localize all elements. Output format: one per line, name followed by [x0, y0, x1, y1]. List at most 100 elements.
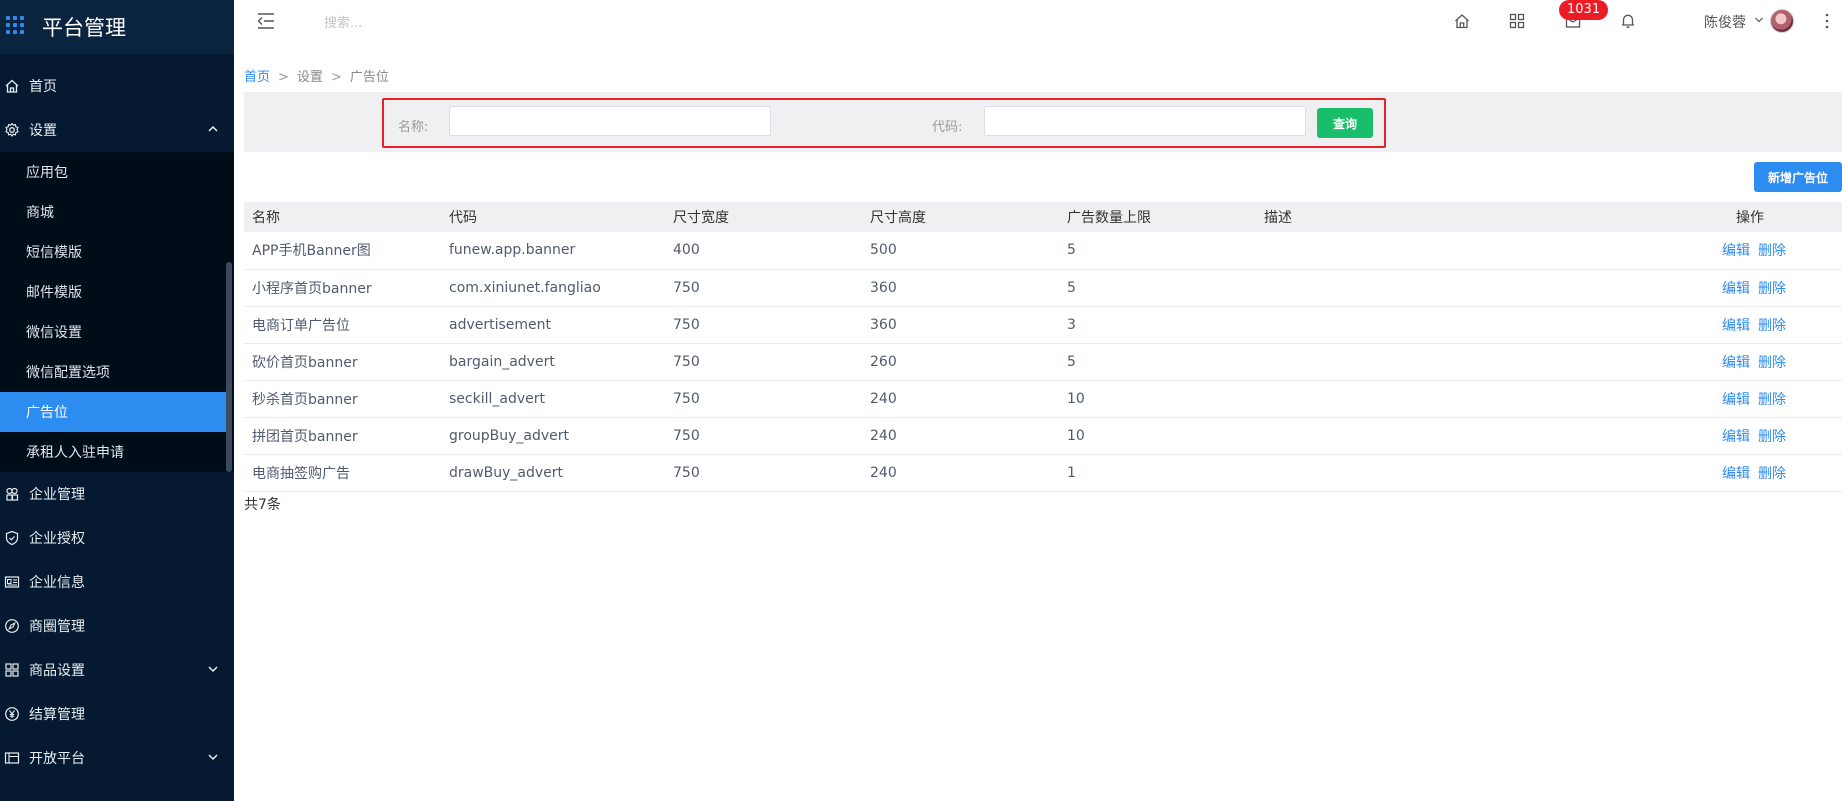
cell-actions: 编辑 删除 [1656, 306, 1842, 344]
cell-width: 750 [665, 343, 862, 381]
cell-max-count: 5 [1059, 343, 1256, 381]
grid-icon[interactable] [1508, 12, 1526, 30]
cell-code: bargain_advert [441, 343, 665, 381]
more-vertical-icon[interactable] [1824, 10, 1830, 32]
sidebar-item-tenant-application[interactable]: 承租人入驻申请 [0, 432, 234, 472]
sidebar-item-sms-template[interactable]: 短信模版 [0, 232, 234, 272]
home-icon [3, 77, 21, 95]
sidebar-item-enterprise-mgmt[interactable]: 企业管理 [0, 472, 234, 516]
cell-actions: 编辑 删除 [1656, 417, 1842, 455]
chevron-up-icon[interactable] [206, 122, 220, 136]
breadcrumb-separator: > [330, 70, 342, 85]
table-row: 秒杀首页banner seckill_advert 750 240 10 编辑删… [244, 380, 1842, 418]
sidebar-menu: 首页 设置 应用包 商城 短信模版 邮件模版 微信设置 微信配置选项 广告位 承… [0, 54, 234, 780]
sidebar-item-home[interactable]: 首页 [0, 64, 234, 108]
cell-height: 360 [862, 306, 1059, 344]
sidebar-item-product-settings[interactable]: 商品设置 [0, 648, 234, 692]
name-filter-label: 名称: [398, 120, 429, 135]
edit-link[interactable]: 编辑 [1722, 392, 1750, 408]
cell-max-count: 10 [1059, 417, 1256, 455]
table-row: 电商订单广告位 advertisement 750 360 3 编辑 删除 [244, 306, 1842, 344]
cell-name: 拼团首页banner [244, 417, 441, 455]
cell-width: 750 [665, 306, 862, 344]
add-ad-slot-button[interactable]: 新增广告位 [1754, 162, 1842, 192]
sidebar-item-open-platform[interactable]: 开放平台 [0, 736, 234, 780]
search-input[interactable] [324, 12, 524, 34]
sidebar-item-email-template[interactable]: 邮件模版 [0, 272, 234, 312]
edit-link[interactable]: 编辑 [1722, 243, 1750, 259]
delete-link[interactable]: 删除 [1758, 429, 1786, 445]
column-header-name: 名称 [244, 202, 441, 232]
grid-icon [3, 661, 21, 679]
delete-link[interactable]: 删除 [1758, 243, 1786, 259]
panel-icon [3, 749, 21, 767]
name-filter-input[interactable] [449, 106, 771, 136]
cell-name: 小程序首页banner [244, 269, 441, 307]
breadcrumb-settings[interactable]: 设置 [297, 70, 323, 85]
sidebar-item-label: 商品设置 [29, 663, 85, 679]
top-header: 1031 陈俊蓉 [234, 0, 1842, 46]
sidebar-item-settlement[interactable]: 结算管理 [0, 692, 234, 736]
edit-link[interactable]: 编辑 [1722, 281, 1750, 297]
compass-icon [3, 617, 21, 635]
edit-link[interactable]: 编辑 [1722, 466, 1750, 482]
chevron-down-icon[interactable] [206, 750, 220, 764]
edit-link[interactable]: 编辑 [1722, 318, 1750, 334]
menu-collapse-icon[interactable] [256, 12, 276, 30]
cell-name: 电商抽签购广告 [244, 454, 441, 492]
sidebar-scrollbar[interactable] [226, 262, 232, 472]
sidebar-item-mall[interactable]: 商城 [0, 192, 234, 232]
table-row: 拼团首页banner groupBuy_advert 750 240 10 编辑… [244, 417, 1842, 455]
user-name[interactable]: 陈俊蓉 [1704, 12, 1746, 32]
sidebar: 平台管理 首页 设置 应用包 商城 短信模版 邮件模版 微信设置 微信配置选项 … [0, 0, 234, 801]
cell-code: com.xiniunet.fangliao [441, 269, 665, 307]
table-row: 砍价首页banner bargain_advert 750 260 5 编辑 删除 [244, 343, 1842, 381]
cell-description [1256, 232, 1656, 270]
table-header-row: 名称 代码 尺寸宽度 尺寸高度 广告数量上限 描述 操作 [244, 202, 1842, 232]
chevron-down-icon[interactable] [1754, 15, 1764, 25]
cell-height: 260 [862, 343, 1059, 381]
edit-link[interactable]: 编辑 [1722, 355, 1750, 371]
sidebar-item-enterprise-auth[interactable]: 企业授权 [0, 516, 234, 560]
cell-actions: 编辑 删除 [1656, 454, 1842, 492]
total-count: 共7条 [244, 497, 281, 513]
column-header-actions: 操作 [1656, 202, 1842, 232]
delete-link[interactable]: 删除 [1758, 466, 1786, 482]
sidebar-item-label: 企业授权 [29, 531, 85, 547]
sidebar-item-wechat-settings[interactable]: 微信设置 [0, 312, 234, 352]
edit-link[interactable]: 编辑 [1722, 429, 1750, 445]
column-header-max-count: 广告数量上限 [1059, 202, 1256, 232]
cell-max-count: 5 [1059, 269, 1256, 307]
column-header-height: 尺寸高度 [862, 202, 1059, 232]
bell-icon[interactable] [1619, 12, 1637, 30]
delete-link[interactable]: 删除 [1758, 392, 1786, 408]
sidebar-item-settings[interactable]: 设置 [0, 108, 234, 152]
chevron-down-icon[interactable] [206, 662, 220, 676]
query-button[interactable]: 查询 [1317, 108, 1373, 138]
cell-description [1256, 417, 1656, 455]
column-header-description: 描述 [1256, 202, 1656, 232]
table-row: 电商抽签购广告 drawBuy_advert 750 240 1 编辑 删除 [244, 454, 1842, 492]
cell-name: 电商订单广告位 [244, 306, 441, 344]
delete-link[interactable]: 删除 [1758, 355, 1786, 371]
sidebar-item-app-package[interactable]: 应用包 [0, 152, 234, 192]
sidebar-item-ad-slots[interactable]: 广告位 [0, 392, 226, 432]
breadcrumb-home[interactable]: 首页 [244, 70, 270, 85]
delete-link[interactable]: 删除 [1758, 318, 1786, 334]
sidebar-item-wechat-options[interactable]: 微信配置选项 [0, 352, 234, 392]
cell-code: advertisement [441, 306, 665, 344]
breadcrumb-separator: > [278, 70, 289, 85]
sidebar-item-business-district[interactable]: 商圈管理 [0, 604, 234, 648]
code-filter-input[interactable] [984, 106, 1306, 136]
sidebar-item-label: 设置 [29, 123, 57, 139]
table-body: APP手机Banner图 funew.app.banner 400 500 5 … [244, 232, 1842, 492]
sidebar-item-enterprise-info[interactable]: 企业信息 [0, 560, 234, 604]
delete-link[interactable]: 删除 [1758, 281, 1786, 297]
apps-grid-icon[interactable] [6, 16, 28, 38]
home-icon[interactable] [1453, 12, 1471, 30]
cell-actions: 编辑 删除 [1656, 269, 1842, 307]
breadcrumb: 首页 > 设置 > 广告位 [244, 66, 389, 85]
avatar[interactable] [1770, 9, 1794, 33]
cell-height: 360 [862, 269, 1059, 307]
cell-max-count: 5 [1059, 232, 1256, 270]
